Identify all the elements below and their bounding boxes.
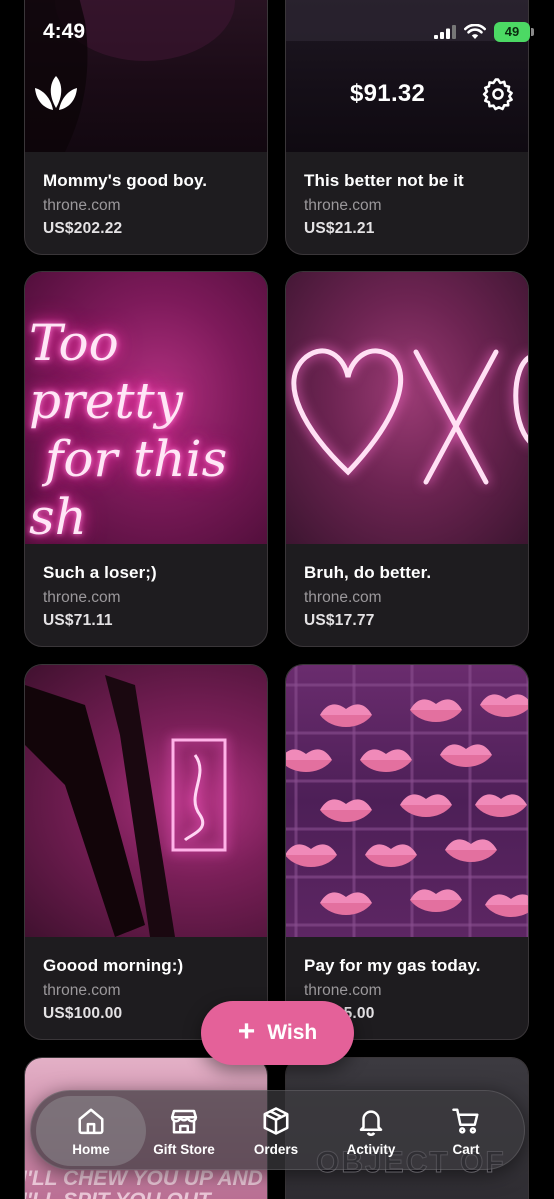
wishlist-card[interactable]: Goood morning:) throne.com US$100.00 xyxy=(24,664,268,1040)
tab-label: Orders xyxy=(253,1141,299,1157)
home-icon xyxy=(78,1108,104,1134)
product-price: US$71.11 xyxy=(43,612,113,629)
product-site: throne.com xyxy=(43,197,121,214)
lips-decoration xyxy=(286,749,332,772)
status-bar: 4:49 49 xyxy=(0,0,554,60)
product-image xyxy=(25,665,267,937)
product-image: Too pretty for this sh xyxy=(25,272,267,544)
lips-decoration xyxy=(360,749,412,772)
wifi-icon xyxy=(464,24,486,39)
tab-orders[interactable]: Orders xyxy=(236,1091,316,1171)
lips-decoration xyxy=(286,844,337,867)
lips-decoration xyxy=(440,744,492,767)
wallet-balance[interactable]: $91.32 xyxy=(350,80,425,108)
battery-indicator: 49 xyxy=(494,22,534,42)
bell-icon xyxy=(359,1109,383,1136)
lips-decoration xyxy=(320,704,372,727)
cart-icon xyxy=(452,1108,479,1134)
gear-icon[interactable] xyxy=(481,77,515,116)
image-caption: I'LL CHEW YOU UP AND I'LL SPIT YOU OUT xyxy=(25,1167,263,1199)
product-image xyxy=(286,665,528,937)
cellular-signal-icon xyxy=(434,25,456,39)
tab-home[interactable]: Home xyxy=(36,1096,146,1166)
lips-decoration xyxy=(320,799,372,822)
image-neon-text: Too pretty for this sh xyxy=(29,314,228,544)
lips-decoration xyxy=(485,894,528,917)
product-price: US$17.77 xyxy=(304,612,375,629)
tab-cart[interactable]: Cart xyxy=(431,1091,501,1171)
lips-decoration xyxy=(410,699,462,722)
tab-activity[interactable]: Activity xyxy=(331,1091,411,1171)
product-site: throne.com xyxy=(304,197,382,214)
lips-decoration xyxy=(475,794,527,817)
tab-gift-store[interactable]: Gift Store xyxy=(146,1091,222,1171)
product-image xyxy=(286,272,528,544)
lips-decoration xyxy=(320,892,372,915)
lips-decoration xyxy=(480,694,528,717)
wishlist-card[interactable]: Bruh, do better. throne.com US$17.77 xyxy=(285,271,529,647)
product-title: Mommy's good boy. xyxy=(43,171,208,190)
bottom-navigation: Home Gift Store Orders Activity Cart xyxy=(30,1090,525,1170)
store-icon xyxy=(170,1109,198,1133)
product-title: This better not be it xyxy=(304,171,464,190)
lips-decoration xyxy=(400,794,452,817)
add-wish-label: Wish xyxy=(267,1021,318,1044)
clock: 4:49 xyxy=(43,20,86,43)
add-wish-button[interactable]: + Wish xyxy=(201,1001,354,1065)
product-price: US$21.21 xyxy=(304,220,375,237)
product-site: throne.com xyxy=(304,589,382,606)
product-title: Pay for my gas today. xyxy=(304,956,481,975)
tab-label: Cart xyxy=(452,1141,480,1157)
lips-decoration xyxy=(365,844,417,867)
wishlist-card[interactable]: Too pretty for this sh Such a loser;) th… xyxy=(24,271,268,647)
tab-label: Home xyxy=(72,1141,110,1157)
box-icon xyxy=(263,1106,289,1135)
wishlist-card[interactable]: Pay for my gas today. throne.com US$65.0… xyxy=(285,664,529,1040)
lips-decoration xyxy=(410,889,462,912)
product-site: throne.com xyxy=(43,982,121,999)
tab-label: Activity xyxy=(346,1141,396,1157)
product-site: throne.com xyxy=(43,589,121,606)
product-price: US$100.00 xyxy=(43,1005,123,1022)
product-title: Goood morning:) xyxy=(43,956,184,975)
throne-crown-logo-icon[interactable] xyxy=(33,74,79,117)
product-price: US$202.22 xyxy=(43,220,123,237)
product-site: throne.com xyxy=(304,982,382,999)
plus-icon: + xyxy=(237,1014,256,1048)
tab-label: Gift Store xyxy=(153,1141,215,1157)
product-title: Such a loser;) xyxy=(43,563,157,582)
product-title: Bruh, do better. xyxy=(304,563,432,582)
